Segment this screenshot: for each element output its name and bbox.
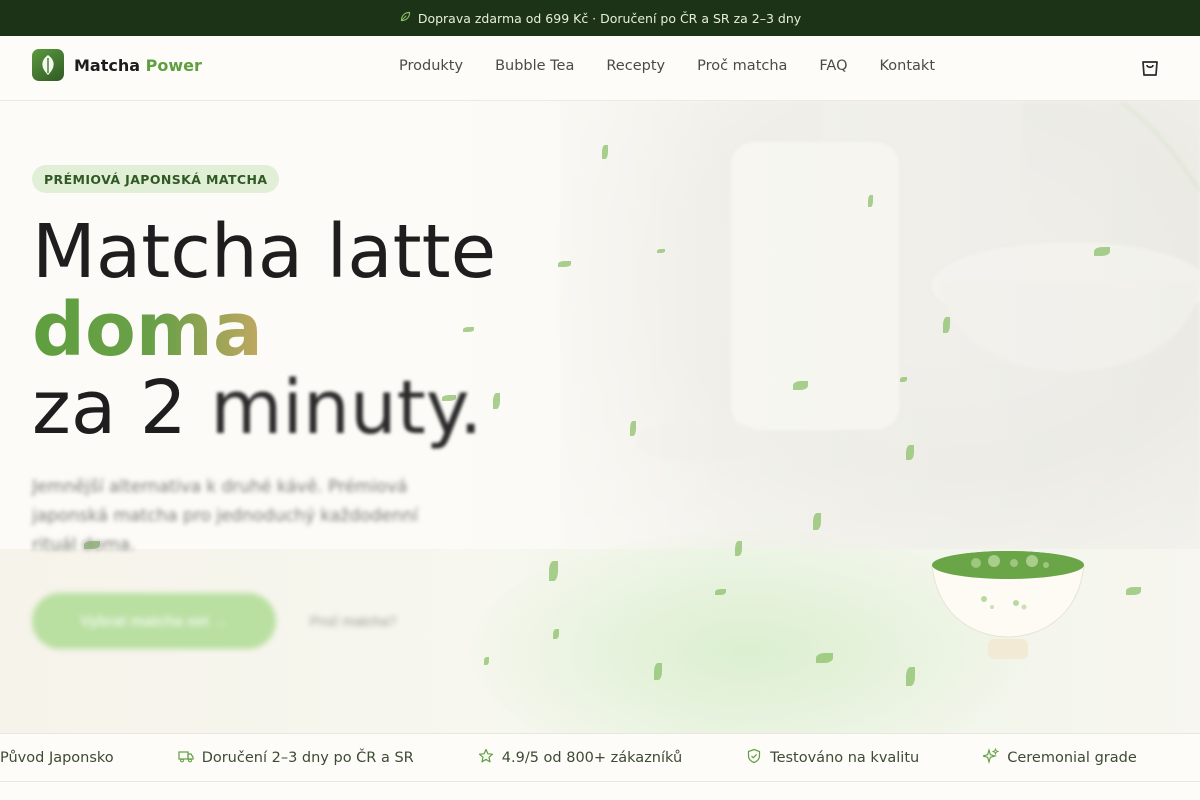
truck-icon <box>178 748 194 768</box>
nav-recepty[interactable]: Recepty <box>590 58 681 74</box>
nav-faq[interactable]: FAQ <box>803 58 863 74</box>
sparkles-icon <box>981 747 1000 768</box>
trust-strip: Původ Japonsko Doručení 2–3 dny po ČR a … <box>0 733 1200 782</box>
nav-proc-matcha[interactable]: Proč matcha <box>681 58 803 74</box>
star-icon <box>478 748 494 768</box>
brand-name: Matcha Power <box>74 55 202 75</box>
trust-item-quality: Testováno na kvalitu <box>746 748 919 768</box>
leaf-icon <box>399 10 412 26</box>
site-header: Matcha Power Produkty Bubble Tea Recepty… <box>0 36 1200 101</box>
hero-subtitle: Jemnější alternativa k druhé kávě. Prémi… <box>32 477 419 555</box>
hero-section: PRÉMIOVÁ JAPONSKÁ MATCHA Matcha latte do… <box>0 101 1200 733</box>
why-matcha-link[interactable]: Proč matcha? <box>310 613 396 629</box>
main-nav: Produkty Bubble Tea Recepty Proč matcha … <box>383 58 951 74</box>
hero-badge: PRÉMIOVÁ JAPONSKÁ MATCHA <box>32 165 280 193</box>
announcement-text: Doprava zdarma od 699 Kč · Doručení po Č… <box>417 10 802 26</box>
announcement-bar: Doprava zdarma od 699 Kč · Doručení po Č… <box>0 0 1200 36</box>
trust-item-delivery: Doručení 2–3 dny po ČR a SR <box>178 748 414 768</box>
shop-matcha-set-button[interactable]: Vybrat matcha set → <box>32 593 276 649</box>
trust-item-rating: 4.9/5 od 800+ zákazníků <box>478 748 682 768</box>
trust-item-origin: Původ Japonsko <box>0 750 114 766</box>
leaf-logo-icon <box>32 49 64 81</box>
brand-logo[interactable]: Matcha Power <box>32 49 202 81</box>
hero-title: Matcha latte doma za 2 minuty. <box>32 209 497 451</box>
nav-kontakt[interactable]: Kontakt <box>864 58 952 74</box>
shield-check-icon <box>746 748 762 768</box>
matcha-bowl-illustration <box>920 541 1100 671</box>
nav-produkty[interactable]: Produkty <box>383 58 479 74</box>
trust-item-grade: Ceremonial grade <box>981 747 1137 768</box>
nav-bubble-tea[interactable]: Bubble Tea <box>479 58 590 74</box>
shopping-bag-icon[interactable] <box>1139 56 1161 78</box>
